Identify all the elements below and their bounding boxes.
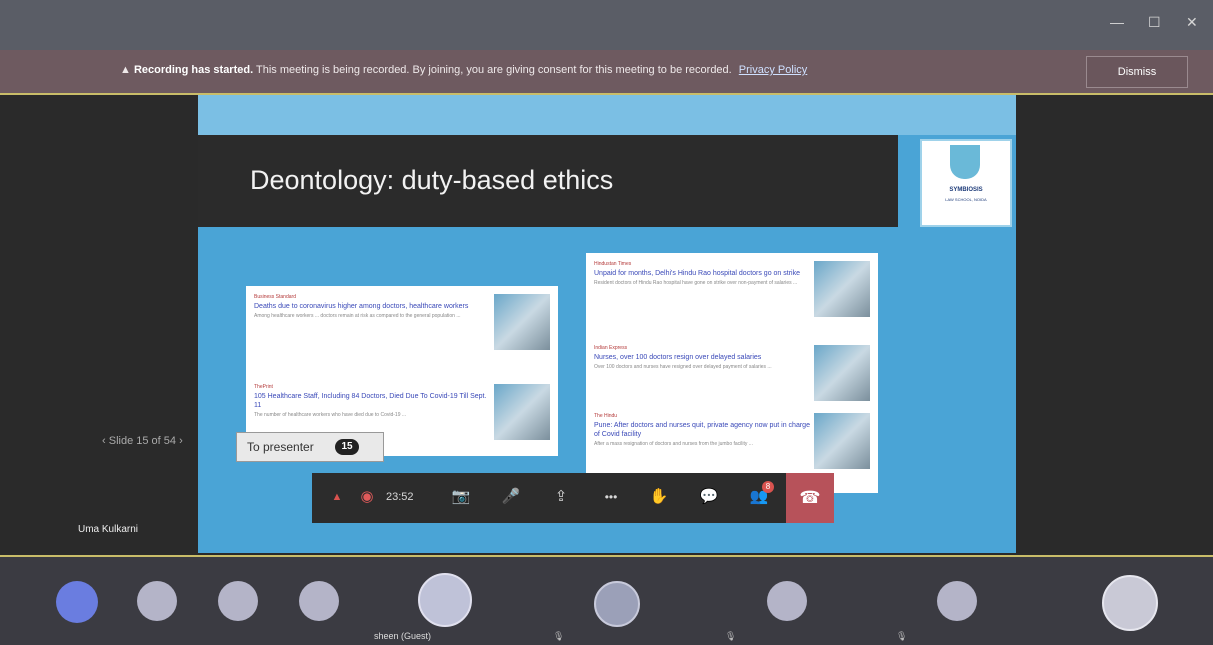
- meeting-timer: 23:52: [386, 491, 414, 503]
- news-card-right: Hindustan Times Unpaid for months, Delhi…: [586, 253, 878, 493]
- muted-mic-icon: 🎙: [725, 631, 737, 641]
- to-presenter-button[interactable]: To presenter 15: [236, 432, 384, 462]
- participant-avatar[interactable]: [1102, 575, 1158, 631]
- participant-avatar[interactable]: [594, 581, 640, 627]
- participant-avatar[interactable]: [418, 573, 472, 627]
- news-thumbnail: [494, 384, 550, 440]
- news-headline: Unpaid for months, Delhi's Hindu Rao hos…: [594, 270, 800, 277]
- camera-off-icon[interactable]: 📷: [448, 487, 474, 505]
- news-item: ThePrint 105 Healthcare Staff, Including…: [254, 384, 492, 419]
- warning-icon: ▲: [331, 491, 343, 503]
- slide-title-box: Deontology: duty-based ethics: [198, 135, 898, 227]
- participant-avatar[interactable]: [299, 581, 339, 621]
- share-screen-icon[interactable]: ⇪: [548, 487, 574, 505]
- news-headline: Pune: After doctors and nurses quit, pri…: [594, 422, 810, 438]
- news-snippet: Resident doctors of Hindu Rao hospital h…: [594, 280, 798, 286]
- chat-icon[interactable]: 💬: [696, 487, 722, 505]
- news-thumbnail: [814, 261, 870, 317]
- news-snippet: The number of healthcare workers who hav…: [254, 412, 407, 418]
- maximize-icon[interactable]: ☐: [1148, 14, 1161, 31]
- next-slide-icon[interactable]: ›: [179, 435, 183, 447]
- close-icon[interactable]: ✕: [1186, 14, 1198, 31]
- news-source: The Hindu: [594, 413, 618, 419]
- news-item: The Hindu Pune: After doctors and nurses…: [594, 413, 812, 448]
- participant-avatar[interactable]: [56, 581, 98, 623]
- slide-counter-text: Slide 15 of 54: [108, 435, 177, 447]
- logo-line2: LAW SCHOOL, NOIDA: [945, 197, 987, 202]
- institution-logo: SYMBIOSIS LAW SCHOOL, NOIDA: [920, 139, 1012, 227]
- dismiss-button[interactable]: Dismiss: [1086, 56, 1188, 88]
- news-source: Business Standard: [254, 294, 296, 300]
- news-source: Hindustan Times: [594, 261, 632, 267]
- news-thumbnail: [494, 294, 550, 350]
- logo-emblem: [950, 145, 980, 179]
- raise-hand-icon[interactable]: ✋: [646, 487, 672, 505]
- warning-icon: ▲: [120, 64, 131, 76]
- participant-avatar[interactable]: [218, 581, 258, 621]
- news-snippet: Over 100 doctors and nurses have resigne…: [594, 364, 772, 370]
- news-thumbnail: [814, 345, 870, 401]
- slide-top-strip: [198, 95, 1016, 135]
- presenter-slide-badge: 15: [335, 439, 359, 455]
- logo-line1: SYMBIOSIS: [949, 187, 983, 193]
- participant-avatar[interactable]: [767, 581, 807, 621]
- title-bar: — ☐ ✕: [0, 0, 1213, 50]
- meeting-toolbar: ▲ ◉ 23:52 📷 🎤 ⇪ ••• ✋ 💬 👥 8 ☎: [312, 473, 834, 523]
- participants-strip: sheen (Guest) 🎙 🎙 🎙: [0, 555, 1213, 645]
- participant-avatar[interactable]: [137, 581, 177, 621]
- hang-up-button[interactable]: ☎: [786, 473, 834, 523]
- banner-bold: Recording has started.: [133, 64, 254, 76]
- news-item: Indian Express Nurses, over 100 doctors …: [594, 345, 812, 371]
- muted-mic-icon: 🎙: [553, 631, 565, 641]
- presenter-name: Uma Kulkarni: [78, 524, 139, 535]
- slide-title: Deontology: duty-based ethics: [250, 165, 614, 195]
- banner-message: This meeting is being recorded. By joini…: [256, 64, 732, 76]
- banner-text: ▲ Recording has started. This meeting is…: [120, 64, 807, 76]
- recording-banner: ▲ Recording has started. This meeting is…: [0, 50, 1213, 95]
- recording-icon: ◉: [360, 488, 374, 505]
- news-headline: Nurses, over 100 doctors resign over del…: [594, 354, 762, 361]
- news-item: Hindustan Times Unpaid for months, Delhi…: [594, 261, 812, 287]
- slide-counter: ‹ Slide 15 of 54 ›: [102, 435, 183, 447]
- participant-avatar[interactable]: [937, 581, 977, 621]
- more-actions-icon[interactable]: •••: [598, 490, 624, 504]
- news-card-left: Business Standard Deaths due to coronavi…: [246, 286, 558, 456]
- muted-mic-icon: 🎙: [896, 631, 908, 641]
- news-item: Business Standard Deaths due to coronavi…: [254, 294, 492, 320]
- privacy-policy-link[interactable]: Privacy Policy: [739, 64, 807, 76]
- to-presenter-label: To presenter: [247, 440, 314, 454]
- participants-badge: 8: [762, 481, 774, 493]
- news-source: Indian Express: [594, 345, 628, 351]
- mic-off-icon[interactable]: 🎤: [498, 487, 524, 505]
- news-source: ThePrint: [254, 384, 273, 390]
- news-snippet: After a mass resignation of doctors and …: [594, 441, 753, 447]
- prev-slide-icon[interactable]: ‹: [102, 435, 106, 447]
- news-thumbnail: [814, 413, 870, 469]
- minimize-icon[interactable]: —: [1110, 14, 1124, 30]
- participant-name: sheen (Guest): [374, 631, 432, 641]
- news-headline: 105 Healthcare Staff, Including 84 Docto…: [254, 393, 487, 409]
- news-headline: Deaths due to coronavirus higher among d…: [254, 303, 469, 310]
- news-snippet: Among healthcare workers ... doctors rem…: [254, 313, 461, 319]
